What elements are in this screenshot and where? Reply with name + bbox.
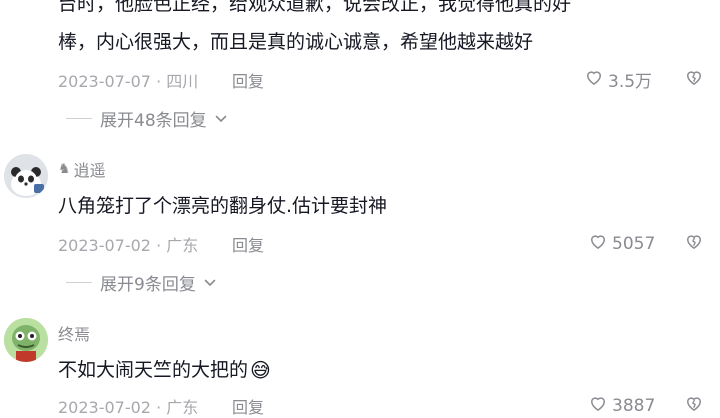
reply-button[interactable]: 回复 bbox=[232, 232, 264, 256]
comment-location: 广东 bbox=[166, 398, 199, 417]
comment-date: 2023-07-02 bbox=[58, 398, 151, 417]
comment-meta: 2023-07-07 · 四川 bbox=[58, 72, 199, 91]
like-button[interactable]: 5057 bbox=[588, 231, 655, 256]
expand-divider bbox=[66, 282, 92, 283]
heart-icon bbox=[584, 67, 604, 92]
comment-meta: 2023-07-02 · 广东 bbox=[58, 236, 199, 255]
expand-replies-label: 展开9条回复 bbox=[100, 275, 196, 295]
comment-meta: 2023-07-02 · 广东 bbox=[58, 398, 199, 417]
expand-replies-label: 展开48条回复 bbox=[100, 111, 207, 131]
comment-text-row: 不如大闹天竺的大把的 😅 bbox=[58, 354, 271, 386]
dislike-button[interactable] bbox=[684, 393, 704, 417]
chevron-down-icon bbox=[204, 273, 216, 293]
like-button[interactable]: 3.5万 bbox=[584, 67, 652, 92]
zombie-avatar-icon bbox=[4, 318, 48, 362]
avatar[interactable] bbox=[4, 154, 48, 198]
heart-icon bbox=[588, 393, 608, 418]
comment-text: 不如大闹天竺的大把的 bbox=[58, 359, 249, 381]
expand-replies[interactable]: 展开48条回复 bbox=[66, 106, 227, 131]
reply-button[interactable]: 回复 bbox=[232, 68, 264, 92]
comment-text: 八角笼打了个漂亮的翻身仗.估计要封神 bbox=[58, 195, 388, 217]
broken-heart-icon bbox=[684, 235, 704, 255]
comment-text-line: 台时，他脸色正经，给观众道歉，说会改正，我觉得他真的好 bbox=[58, 0, 572, 15]
expand-divider bbox=[66, 118, 92, 119]
chevron-down-icon bbox=[215, 109, 227, 129]
comment-date: 2023-07-07 bbox=[58, 72, 151, 91]
panda-avatar-icon bbox=[4, 154, 48, 198]
like-button[interactable]: 3887 bbox=[588, 393, 655, 418]
dislike-button[interactable] bbox=[684, 231, 704, 255]
comment-username[interactable]: ♞ 逍遥 bbox=[58, 157, 106, 181]
emoji: 😅 bbox=[250, 358, 271, 382]
heart-icon bbox=[588, 231, 608, 256]
expand-replies[interactable]: 展开9条回复 bbox=[66, 270, 216, 295]
like-count: 5057 bbox=[612, 233, 656, 254]
chess-knight-icon: ♞ bbox=[58, 161, 71, 177]
comment-location: 广东 bbox=[166, 236, 199, 255]
comment-username[interactable]: 终焉 bbox=[58, 321, 90, 345]
like-count: 3887 bbox=[612, 395, 656, 416]
comment-date: 2023-07-02 bbox=[58, 236, 151, 255]
broken-heart-icon bbox=[684, 397, 704, 417]
username-text: 终焉 bbox=[58, 325, 91, 344]
dislike-button[interactable] bbox=[684, 67, 704, 91]
comment-text-line: 棒，内心很强大，而且是真的诚心诚意，希望他越来越好 bbox=[58, 31, 534, 53]
username-text: 逍遥 bbox=[73, 161, 106, 180]
reply-button[interactable]: 回复 bbox=[232, 394, 264, 418]
like-count: 3.5万 bbox=[608, 72, 653, 92]
comment-location: 四川 bbox=[166, 72, 199, 91]
avatar[interactable] bbox=[4, 318, 48, 362]
broken-heart-icon bbox=[684, 71, 704, 91]
